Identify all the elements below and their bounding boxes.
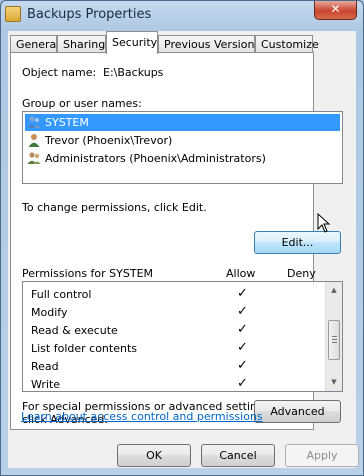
tab-strip: General Sharing Security Previous Versio… [8,31,356,54]
group-names-label: Group or user names: [22,97,142,110]
mouse-cursor-icon [317,213,331,233]
thumb-grip [332,342,337,343]
object-name-value: E:\Backups [103,66,164,79]
tab-security[interactable]: Security [106,31,158,54]
user-item-administrators[interactable]: Administrators (Phoenix\Administrators) [25,150,340,167]
permission-row: Modify ✓ [31,304,321,322]
permission-row: Read & execute ✓ [31,322,321,340]
permission-row: Full control ✓ [31,286,321,304]
users-group-icon [27,152,41,164]
permission-name: Read [31,360,59,373]
title-bar[interactable]: Backups Properties ✕ [1,1,363,28]
permission-name: Write [31,378,61,391]
advanced-button[interactable]: Advanced [254,400,341,423]
permission-row: Write ✓ [31,376,321,391]
permission-row: Read ✓ [31,358,321,376]
folder-icon [5,6,21,22]
users-group-icon [27,116,41,128]
properties-window: Backups Properties ✕ General Sharing Sec… [0,0,364,476]
learn-more-link[interactable]: Learn about access control and permissio… [21,410,263,423]
security-panel: Object name: E:\Backups Group or user na… [10,52,343,430]
user-item-label: SYSTEM [45,116,89,129]
deny-header: Deny [287,267,316,280]
tab-previous-versions[interactable]: Previous Versions [158,35,260,53]
permissions-scrollbar[interactable]: ▲ ▼ [325,282,342,391]
user-item-trevor[interactable]: Trevor (Phoenix\Trevor) [25,132,340,149]
allow-check-icon: ✓ [237,286,248,301]
user-item-label: Administrators (Phoenix\Administrators) [45,152,266,165]
cancel-button[interactable]: Cancel [201,444,275,467]
object-name-label: Object name: [22,66,97,79]
permission-name: Modify [31,306,68,319]
user-icon [28,134,40,147]
apply-button[interactable]: Apply [285,444,359,467]
user-item-label: Trevor (Phoenix\Trevor) [45,134,173,147]
allow-check-icon: ✓ [237,304,248,319]
tab-sharing[interactable]: Sharing [57,35,106,53]
permissions-header: Permissions for SYSTEM [22,267,154,280]
thumb-grip [332,339,337,340]
thumb-grip [332,336,337,337]
allow-check-icon: ✓ [237,322,248,337]
allow-check-icon: ✓ [237,358,248,373]
allow-check-icon: ✓ [237,376,248,391]
permission-name: Read & execute [31,324,118,337]
permission-name: Full control [31,288,92,301]
close-button[interactable]: ✕ [314,1,357,20]
tab-general[interactable]: General [10,35,59,53]
permission-name: List folder contents [31,342,137,355]
scroll-down-icon[interactable]: ▼ [326,374,342,391]
user-list[interactable]: SYSTEM Trevor (Phoenix\Trevor) Administr… [22,111,343,184]
tab-customize[interactable]: Customize [255,35,319,53]
edit-button[interactable]: Edit... [254,231,341,254]
permissions-list: Full control ✓ Modify ✓ Read & execute ✓… [22,281,343,392]
change-permissions-hint: To change permissions, click Edit. [22,201,207,214]
ok-button[interactable]: OK [117,444,191,467]
window-title: Backups Properties [27,7,152,22]
dialog-client: General Sharing Security Previous Versio… [8,31,359,468]
allow-header: Allow [226,267,256,280]
permission-row: List folder contents ✓ [31,340,321,358]
scroll-thumb[interactable] [328,320,340,360]
user-item-system[interactable]: SYSTEM [25,114,340,131]
scroll-up-icon[interactable]: ▲ [326,282,342,299]
allow-check-icon: ✓ [237,340,248,355]
